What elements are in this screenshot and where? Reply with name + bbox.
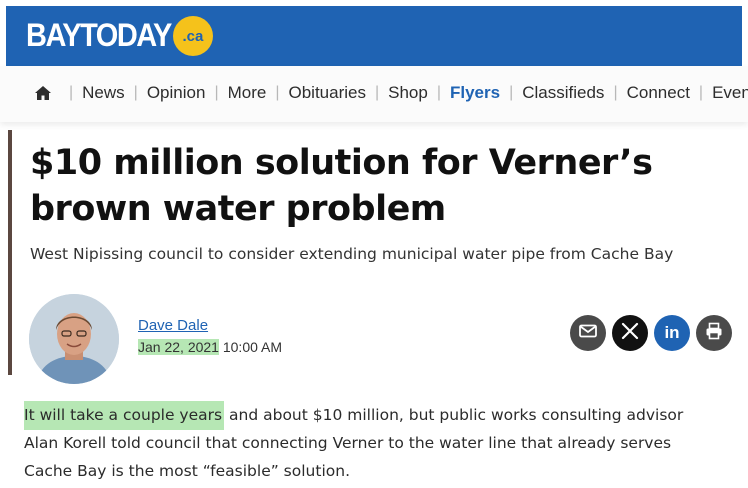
share-buttons: in <box>570 315 732 351</box>
highlighted-phrase: It will take a couple years <box>24 401 225 430</box>
nav-item-news[interactable]: News <box>82 83 125 103</box>
nav-item-shop[interactable]: Shop <box>388 83 428 103</box>
nav-item-obituaries[interactable]: Obituaries <box>288 83 365 103</box>
author-avatar <box>29 294 119 384</box>
article-accent-rule <box>8 130 12 375</box>
nav-separator: | <box>275 84 280 101</box>
home-icon[interactable] <box>34 84 52 102</box>
main-nav: | News | Opinion | More | Obituaries | S… <box>0 66 748 122</box>
print-icon <box>704 321 724 346</box>
headline-line-2: brown water problem <box>30 189 446 229</box>
article-subhead: West Nipissing council to consider exten… <box>30 245 674 263</box>
nav-separator: | <box>613 84 618 101</box>
headline-line-1: $10 million solution for Verner’s <box>30 143 653 183</box>
article-headline: $10 million solution for Verner’s brown … <box>30 140 730 232</box>
body-line-1-rest: and about $10 million, but public works … <box>224 406 684 424</box>
nav-item-events[interactable]: Events <box>712 83 748 103</box>
logo-text: BAYTODAY <box>26 17 172 54</box>
article-body-paragraph: It will take a couple years and about $1… <box>24 401 724 485</box>
nav-separator: | <box>698 84 704 101</box>
nav-separator: | <box>374 84 380 101</box>
nav-item-flyers[interactable]: Flyers <box>450 83 500 103</box>
site-logo[interactable]: BAYTODAY .ca <box>26 16 213 56</box>
nav-separator: | <box>509 84 514 101</box>
x-icon <box>621 322 639 345</box>
x-share-button[interactable] <box>612 315 648 351</box>
nav-row: | News | Opinion | More | Obituaries | S… <box>34 83 748 103</box>
nav-item-classifieds[interactable]: Classifieds <box>522 83 604 103</box>
nav-separator: | <box>214 84 219 101</box>
nav-separator: | <box>436 84 441 101</box>
print-share-button[interactable] <box>696 315 732 351</box>
nav-item-opinion[interactable]: Opinion <box>147 83 206 103</box>
email-share-button[interactable] <box>570 315 606 351</box>
logo-badge: .ca <box>172 16 213 56</box>
body-line-3: Cache Bay is the most “feasible” solutio… <box>24 462 350 480</box>
linkedin-icon: in <box>664 323 680 342</box>
publish-time: 10:00 AM <box>222 339 283 355</box>
author-link[interactable]: Dave Dale <box>138 317 208 334</box>
nav-item-more[interactable]: More <box>228 83 267 103</box>
publish-date-day: Jan 22, 2021 <box>138 339 219 355</box>
site-header: BAYTODAY .ca <box>6 6 742 66</box>
nav-separator: | <box>69 84 74 101</box>
nav-item-connect[interactable]: Connect <box>627 83 690 103</box>
email-icon <box>578 321 598 346</box>
body-line-2: Alan Korell told council that connecting… <box>24 434 672 452</box>
linkedin-share-button[interactable]: in <box>654 315 690 351</box>
nav-separator: | <box>133 84 138 101</box>
publish-date: Jan 22, 2021 10:00 AM <box>138 339 282 355</box>
